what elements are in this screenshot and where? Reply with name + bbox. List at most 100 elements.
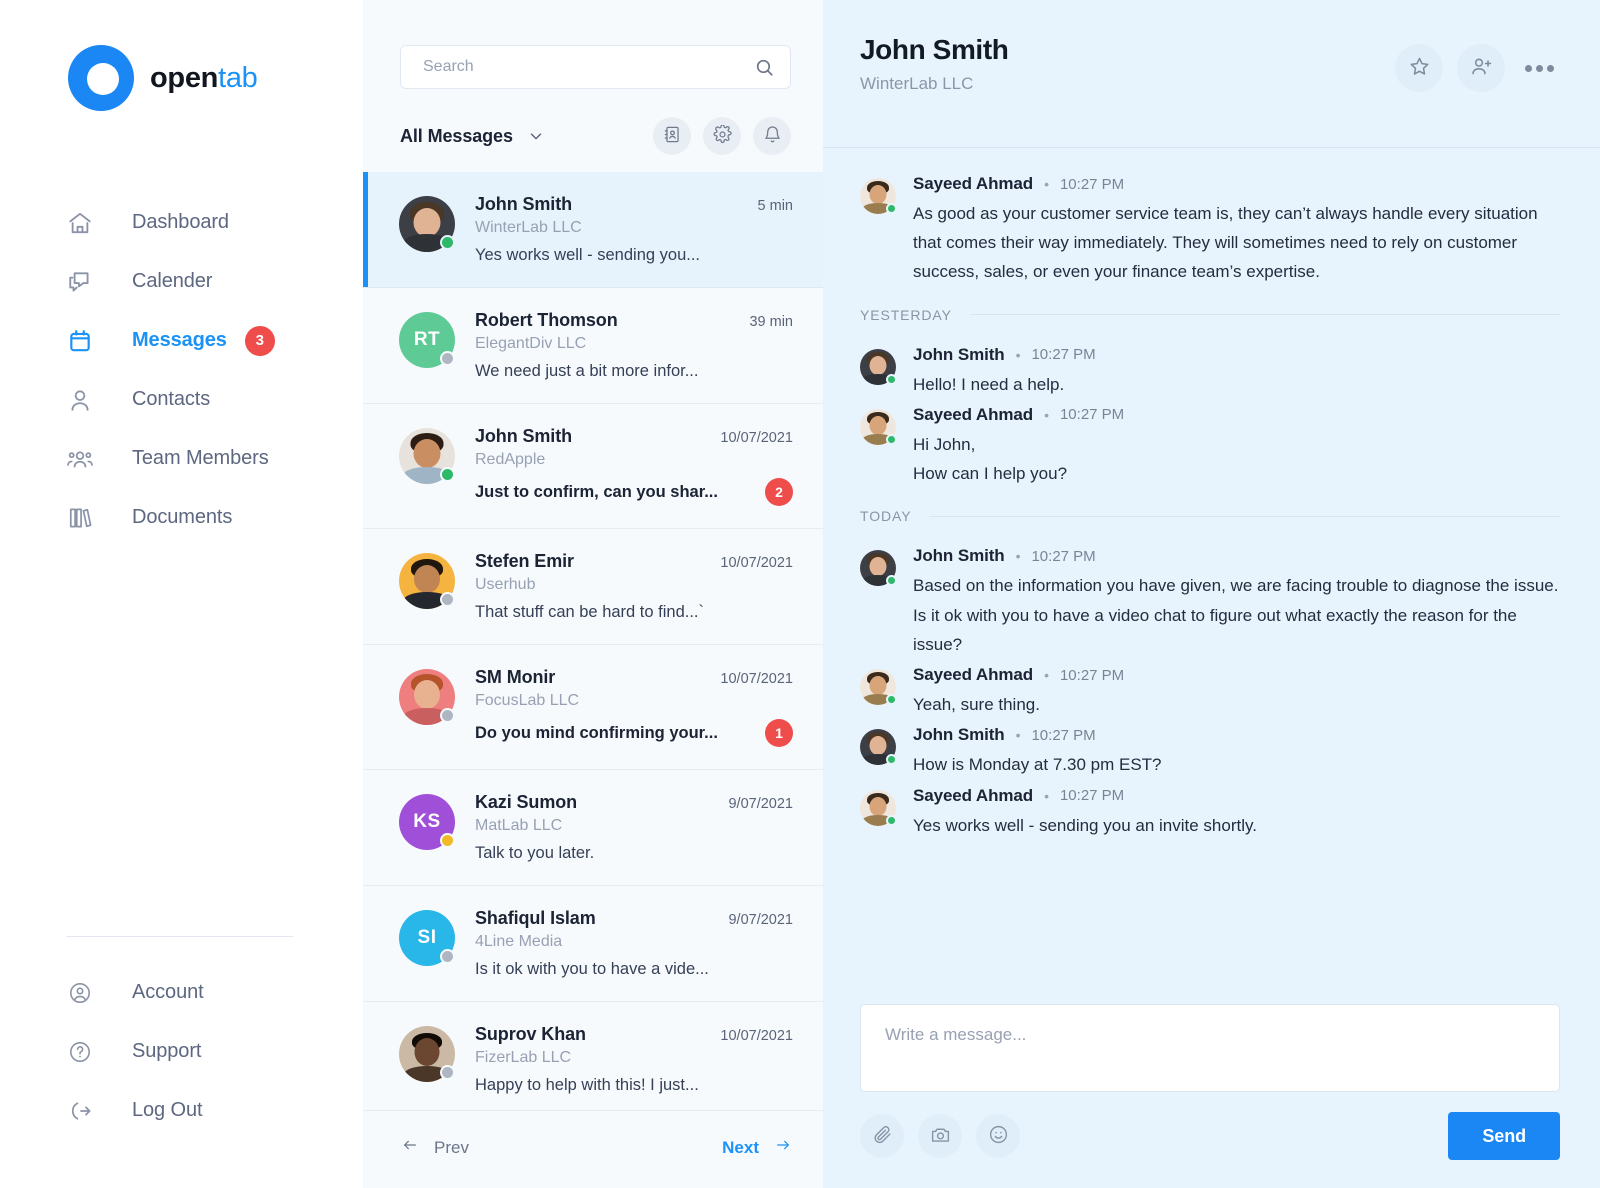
conversation-time: 9/07/2021 [728,912,793,928]
sidebar-item-messages[interactable]: Messages 3 [0,311,363,370]
settings-button[interactable] [703,117,741,155]
calendar-icon [66,327,94,355]
conversation-preview: We need just a bit more infor... [475,362,699,380]
message-input[interactable] [885,1025,1535,1071]
unread-count-badge: 1 [765,719,793,747]
chat-message-sender: Sayeed Ahmad [913,665,1034,685]
avatar [860,408,897,445]
camera-button[interactable] [918,1114,962,1158]
status-dot [440,235,455,250]
chevron-down-icon[interactable] [527,127,545,145]
emoji-button[interactable] [976,1114,1020,1158]
chat-message-text: How is Monday at 7.30 pm EST? [913,755,1162,775]
messages-unread-badge: 3 [244,325,275,356]
question-circle-icon [66,1038,94,1066]
search-box[interactable] [400,45,791,89]
brand-text: opentab [150,62,258,95]
chat-message-body: John Smith • 10:27 PM Hello! I need a he… [913,345,1560,399]
chat-message-body: John Smith • 10:27 PM Based on the infor… [913,546,1560,659]
sidebar-item-label: Support [132,1040,202,1062]
avatar: KS [399,794,455,850]
conversation-name: Stefen Emir [475,551,574,571]
avatar [860,669,897,706]
status-dot [886,814,897,826]
sidebar-item-support[interactable]: Support [0,1022,363,1081]
search-input[interactable] [423,58,754,76]
next-page-button[interactable]: Next [722,1137,793,1158]
add-person-button[interactable] [1457,44,1505,92]
day-divider-label: YESTERDAY [860,306,952,323]
sidebar-item-log-out[interactable]: Log Out [0,1081,363,1140]
conversation-body: John Smith 10/07/2021 RedApple Just to c… [475,426,793,506]
chat-message-time: 10:27 PM [1059,175,1125,193]
conversation-item[interactable]: SM Monir 10/07/2021 FocusLab LLC Do you … [363,645,823,770]
list-header: All Messages [363,89,823,155]
avatar [860,550,897,587]
sidebar-item-documents[interactable]: Documents [0,488,363,547]
conversation-item[interactable]: SI Shafiqul Islam 9/07/2021 4Line Media … [363,886,823,1002]
meta-separator: • [1044,787,1049,804]
meta-separator: • [1015,548,1021,565]
more-options-button[interactable] [1525,64,1554,72]
chat-message-body: Sayeed Ahmad • 10:27 PM As good as your … [913,174,1560,287]
conversation-time: 10/07/2021 [720,430,793,446]
smiley-icon [988,1124,1009,1148]
conversation-item[interactable]: John Smith 10/07/2021 RedApple Just to c… [363,404,823,529]
app-root: opentab Dashboard Calender Messages 3 Co… [0,0,1600,1188]
chat-message-sender: John Smith [913,725,1005,745]
favorite-button[interactable] [1395,44,1443,92]
search-icon[interactable] [754,57,775,78]
chat-message: Sayeed Ahmad • 10:27 PM Yes works well -… [860,786,1560,840]
chat-message-sender: Sayeed Ahmad [913,174,1034,193]
conversation-company: WinterLab LLC [475,219,582,236]
conversation-item[interactable]: Suprov Khan 10/07/2021 FizerLab LLC Happ… [363,1002,823,1110]
attach-file-button[interactable] [860,1114,904,1158]
chat-message-text: Based on the information you have given,… [913,576,1559,654]
home-icon [66,209,94,237]
user-plus-icon [1470,55,1493,81]
sidebar-item-team-members[interactable]: Team Members [0,429,363,488]
brand-name-bold: open [150,61,219,94]
sidebar-item-calender[interactable]: Calender [0,252,363,311]
sidebar-item-account[interactable]: Account [0,963,363,1022]
conversation-item[interactable]: Stefen Emir 10/07/2021 Userhub That stuf… [363,529,823,645]
chat-message: John Smith • 10:27 PM Based on the infor… [860,546,1560,659]
day-divider-line [929,515,1560,517]
avatar [399,196,455,252]
send-button[interactable]: Send [1448,1112,1560,1160]
conversation-preview: Talk to you later. [475,844,595,862]
meta-separator: • [1044,667,1049,684]
brand-name-light: tab [218,61,258,94]
avatar: SI [399,910,455,966]
conversation-item[interactable]: KS Kazi Sumon 9/07/2021 MatLab LLC Talk … [363,770,823,886]
conversation-name: Robert Thomson [475,310,618,330]
notifications-button[interactable] [753,117,791,155]
contacts-book-button[interactable] [653,117,691,155]
status-dot [440,592,455,607]
brand-logo[interactable]: opentab [0,0,363,111]
composer-toolbar: Send [860,1112,1560,1160]
sidebar-item-dashboard[interactable]: Dashboard [0,193,363,252]
prev-page-button[interactable]: Prev [400,1137,469,1158]
arrow-left-icon [400,1137,420,1158]
meta-separator: • [1044,406,1049,423]
sidebar: opentab Dashboard Calender Messages 3 Co… [0,0,363,1188]
conversation-item[interactable]: RT Robert Thomson 39 min ElegantDiv LLC … [363,288,823,404]
composer-box[interactable] [860,1004,1560,1092]
chat-message-text: Yes works well - sending you an invite s… [913,815,1257,835]
camera-icon [930,1124,951,1148]
conversation-body: Kazi Sumon 9/07/2021 MatLab LLC Talk to … [475,792,793,863]
chat-message-body: John Smith • 10:27 PM How is Monday at 7… [913,725,1560,779]
avatar [399,553,455,609]
logout-icon [66,1097,94,1125]
chat-message-sender: Sayeed Ahmad [913,785,1034,805]
ellipsis-icon [1525,64,1532,72]
sidebar-nav: Dashboard Calender Messages 3 Contacts T… [0,193,363,547]
chat-message-body: Sayeed Ahmad • 10:27 PM Hi John, How can… [913,405,1560,488]
conversation-list: John Smith 5 min WinterLab LLC Yes works… [363,172,823,1110]
conversation-name: John Smith [475,426,572,446]
conversation-body: Robert Thomson 39 min ElegantDiv LLC We … [475,310,793,381]
sidebar-item-contacts[interactable]: Contacts [0,370,363,429]
conversation-item[interactable]: John Smith 5 min WinterLab LLC Yes works… [363,172,823,288]
